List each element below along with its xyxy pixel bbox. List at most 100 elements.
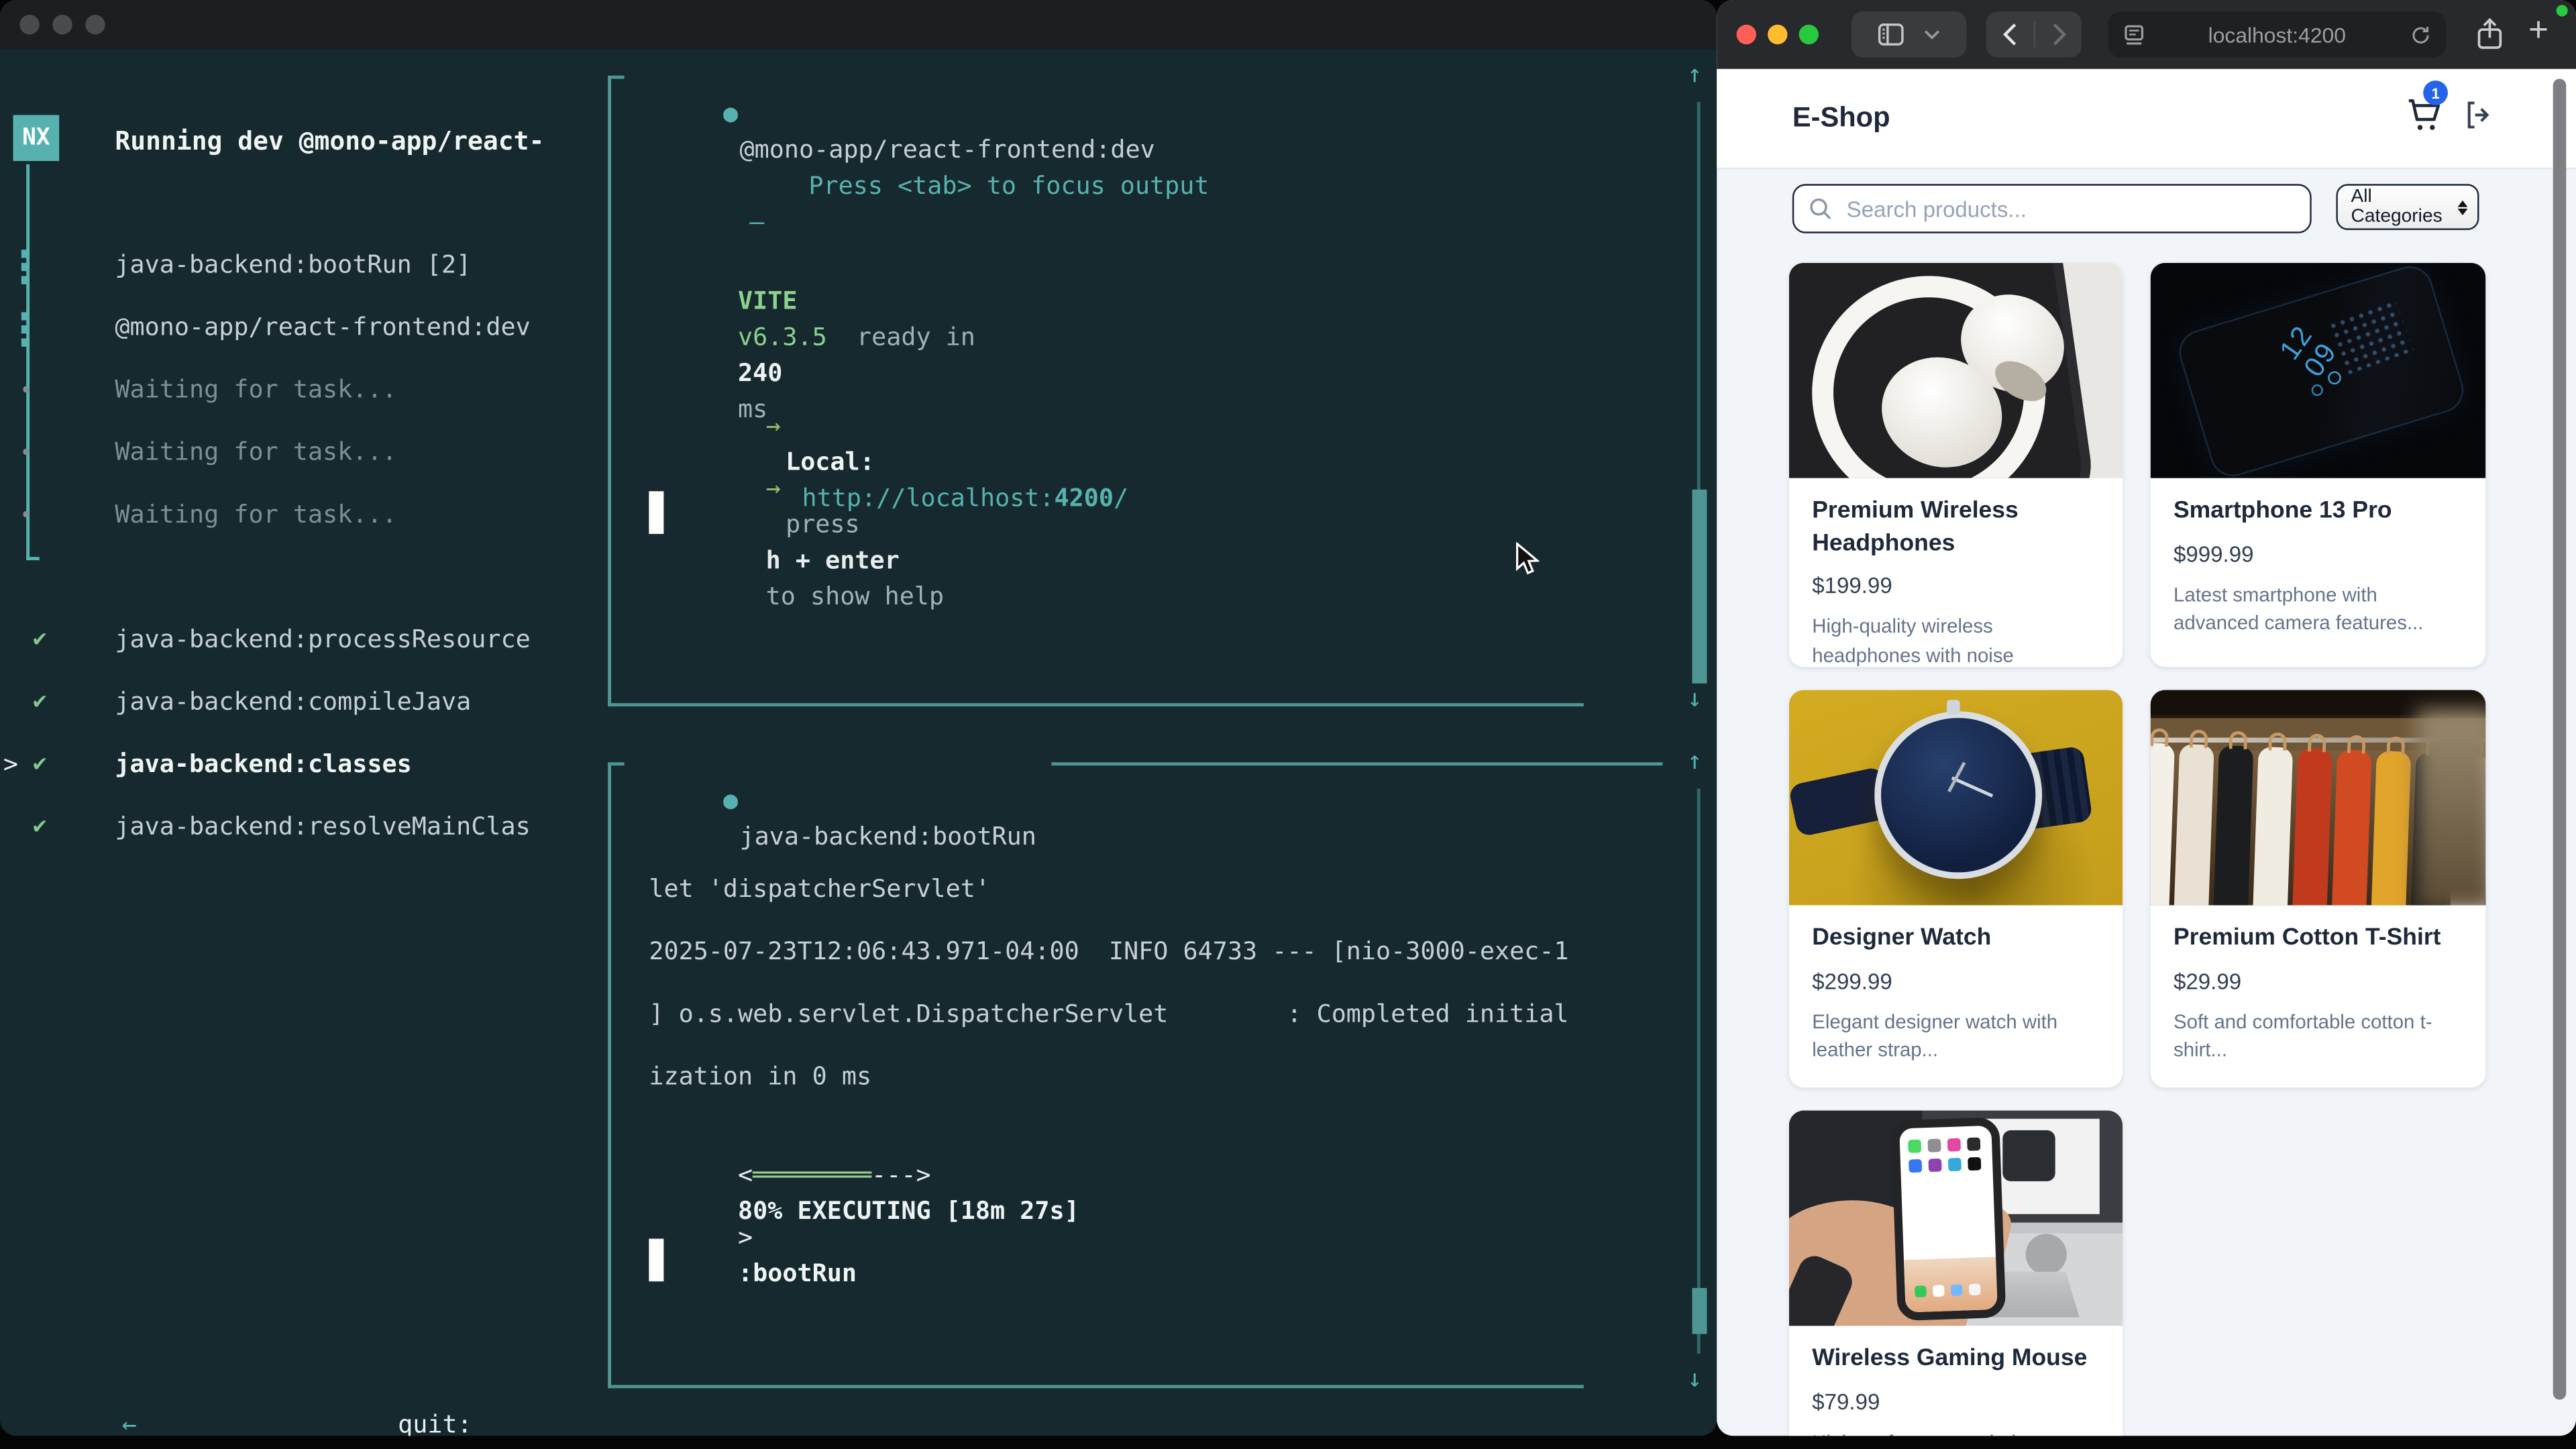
category-select[interactable]: All Categories: [2336, 184, 2479, 230]
vite-version: v6.3.5: [738, 322, 827, 352]
task-label: @mono-app/react-frontend:dev: [115, 312, 530, 341]
gradle-prompt-line: > :bootRun: [649, 1183, 857, 1328]
search-box: [1792, 184, 2312, 233]
log-line: let 'dispatcherServlet': [649, 871, 990, 907]
address-bar[interactable]: localhost:4200: [2108, 11, 2446, 58]
product-card[interactable]: 1209 Smartphone 13 Pro $999.99 Latest sm…: [2151, 263, 2486, 667]
scrollbar-thumb[interactable]: [1692, 1288, 1707, 1334]
completed-task-row: ✔ java-backend:compileJava: [115, 684, 471, 720]
scroll-down-icon[interactable]: ↓: [1687, 684, 1702, 713]
terminal-window: NX Running dev @mono-app/react- java-bac…: [0, 0, 1717, 1436]
terminal-titlebar[interactable]: [0, 0, 1717, 49]
new-tab-button[interactable]: +: [2528, 11, 2548, 51]
panel-header-line: [1051, 762, 1662, 765]
forward-icon[interactable]: [2051, 23, 2066, 46]
task-label: java-backend:classes: [115, 749, 411, 779]
completed-task-row-active[interactable]: > ✔ java-backend:classes: [115, 746, 411, 782]
pager-left-icon[interactable]: ←: [122, 1409, 137, 1436]
product-card[interactable]: Premium Wireless Headphones $199.99 High…: [1789, 263, 2123, 667]
status-dot-icon: ●: [723, 99, 738, 128]
select-arrows-icon: [2458, 200, 2468, 215]
search-icon: [1809, 197, 1831, 220]
pager: ← 1/1 →: [33, 1370, 166, 1436]
product-card[interactable]: Designer Watch $299.99 Elegant designer …: [1789, 690, 2123, 1088]
scrollbar-track[interactable]: [1697, 789, 1701, 1354]
help-pre: press: [786, 509, 860, 539]
local-url-slash: /: [1114, 483, 1128, 513]
product-image: [2151, 690, 2486, 906]
task-label: java-backend:bootRun [2]: [115, 250, 471, 279]
task-tree-connector: [26, 164, 30, 560]
mouse-cursor: [1515, 542, 1540, 576]
scrollbar-thumb[interactable]: [1692, 490, 1707, 684]
reload-icon[interactable]: [2410, 24, 2432, 46]
check-icon: ✔: [33, 808, 47, 845]
reader-icon[interactable]: [2125, 24, 2144, 46]
product-body: Premium Wireless Headphones $199.99 High…: [1789, 478, 2123, 667]
panel-title: @mono-app/react-frontend:dev: [740, 135, 1155, 164]
image-art: [1947, 700, 1960, 714]
scroll-up-icon[interactable]: ↑: [1687, 746, 1702, 775]
share-icon[interactable]: [2476, 18, 2504, 51]
product-title: Designer Watch: [1812, 923, 2100, 955]
nav-button-group: [1986, 11, 2082, 58]
zoom-button[interactable]: [1799, 25, 1819, 44]
url-text[interactable]: localhost:4200: [2144, 22, 2410, 47]
log-line: ization in 0 ms: [649, 1058, 871, 1094]
panel-border-stub: [608, 762, 624, 765]
product-card[interactable]: Wireless Gaming Mouse $79.99 High-perfor…: [1789, 1111, 2123, 1436]
task-row: Waiting for task...: [115, 496, 396, 533]
image-art: [2026, 1233, 2067, 1274]
cart-count-badge: 1: [2423, 80, 2448, 105]
image-art: [2002, 1130, 2056, 1181]
check-icon: ✔: [33, 684, 47, 720]
log-line: ] o.s.web.servlet.DispatcherServlet : Co…: [649, 996, 1568, 1032]
browser-scrollbar[interactable]: [2553, 79, 2567, 1400]
product-body: Designer Watch $299.99 Elegant designer …: [1789, 905, 2123, 1083]
minimize-button[interactable]: [1768, 25, 1787, 44]
search-input[interactable]: [1843, 187, 2302, 230]
image-art: [1891, 1117, 2006, 1321]
safari-toolbar: localhost:4200 +: [1717, 0, 2576, 69]
window-zoom-button[interactable]: [85, 15, 105, 34]
task-label: java-backend:resolveMainClas: [115, 812, 530, 841]
close-button[interactable]: [1737, 25, 1756, 44]
shop-brand[interactable]: E-Shop: [1792, 102, 1890, 135]
arrow-icon: →: [766, 473, 781, 502]
task-waiting-marker-icon: [23, 511, 30, 518]
task-running-marker-icon: [21, 250, 28, 284]
task-row: Waiting for task...: [115, 371, 396, 407]
shop-header: E-Shop: [1717, 69, 2576, 169]
product-body: Smartphone 13 Pro $999.99 Latest smartph…: [2151, 478, 2486, 656]
scroll-down-icon[interactable]: ↓: [1687, 1364, 1702, 1393]
help-hint-line: → press h + enter to show help: [677, 434, 944, 651]
product-image: [1789, 690, 2123, 906]
back-icon[interactable]: [2002, 23, 2017, 46]
task-waiting-marker-icon: [23, 386, 30, 393]
product-description: Latest smartphone with advanced camera f…: [2174, 581, 2463, 638]
image-art: [1874, 711, 2042, 879]
product-title: Wireless Gaming Mouse: [1812, 1344, 2100, 1376]
window-close-button[interactable]: [19, 15, 39, 34]
panel-backend-header: ● java-backend:bootRun: [634, 746, 1036, 891]
scroll-up-icon[interactable]: ↑: [1687, 59, 1702, 89]
product-price: $199.99: [1812, 574, 2100, 598]
product-body: Wireless Gaming Mouse $79.99 High-perfor…: [1789, 1326, 2123, 1436]
category-selected-value: All Categories: [2351, 187, 2457, 227]
task-tree-connector-foot: [26, 557, 40, 560]
recording-indicator-icon: [2557, 5, 2568, 16]
product-card[interactable]: Premium Cotton T-Shirt $29.99 Soft and c…: [2151, 690, 2486, 1088]
sidebar-button-group[interactable]: [1851, 11, 1966, 58]
product-body: Premium Cotton T-Shirt $29.99 Soft and c…: [2151, 905, 2486, 1083]
progress-tail: --->: [871, 1160, 930, 1189]
panel-hint: Press <tab> to focus output: [808, 171, 1209, 201]
task-running-marker-icon: [21, 312, 28, 346]
task-label: Waiting for task...: [115, 374, 396, 404]
image-art: [2312, 384, 2323, 396]
prompt-chevron: >: [738, 1222, 753, 1252]
task-waiting-marker-icon: [23, 449, 30, 455]
window-minimize-button[interactable]: [52, 15, 72, 34]
logout-icon[interactable]: [2459, 97, 2496, 133]
product-price: $299.99: [1812, 969, 2100, 994]
image-art: [2416, 710, 2485, 905]
